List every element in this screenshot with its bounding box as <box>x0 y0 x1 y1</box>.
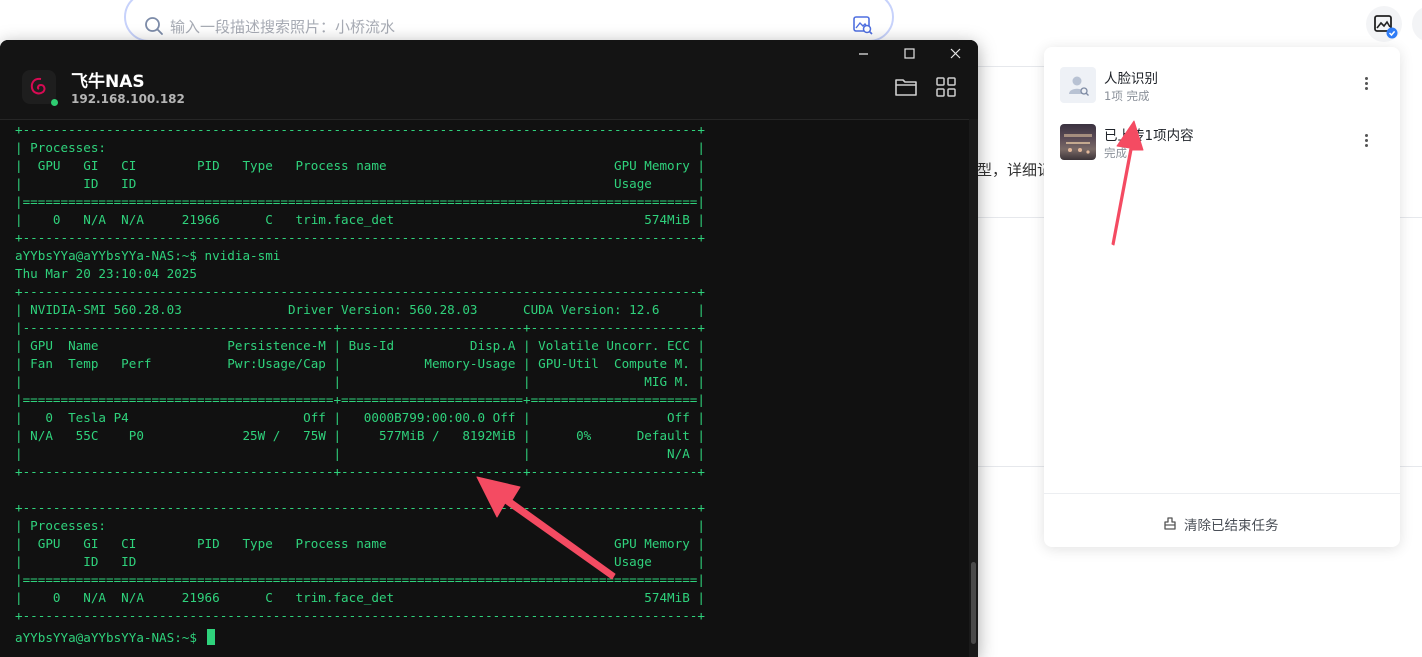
maximize-icon[interactable] <box>886 40 932 68</box>
search-icon <box>145 17 163 35</box>
task-item[interactable]: 已上传1项内容 完成 <box>1060 124 1390 168</box>
task-panel: 人脸识别 1项 完成 已上传1项内容 完成 清除已结束任务 <box>1044 47 1400 547</box>
task-title: 人脸识别 <box>1104 71 1158 87</box>
terminal-window[interactable]: 飞牛NAS 192.168.100.182 +-----------------… <box>0 40 978 657</box>
online-status-dot <box>51 99 58 106</box>
close-icon[interactable] <box>932 40 978 68</box>
task-status: 1项 完成 <box>1104 89 1150 103</box>
task-item[interactable]: 人脸识别 1项 完成 <box>1060 67 1390 111</box>
prompt-text: aYYbsYYa@aYYbsYYa-NAS:~$ <box>15 630 205 645</box>
background-divider <box>978 466 1044 467</box>
terminal-prompt[interactable]: aYYbsYYa@aYYbsYYa-NAS:~$ <box>15 629 215 647</box>
debian-logo <box>22 70 56 104</box>
background-divider <box>1400 466 1422 467</box>
more-actions-button[interactable] <box>1412 6 1422 42</box>
panel-divider <box>1044 493 1400 494</box>
search-input[interactable]: 输入一段描述搜索照片：小桥流水 <box>170 16 395 37</box>
task-list-button[interactable] <box>1366 6 1402 42</box>
background-divider <box>978 66 1044 67</box>
more-options-icon[interactable] <box>1362 75 1370 95</box>
terminal-title-bar[interactable]: 飞牛NAS 192.168.100.182 <box>0 40 978 120</box>
terminal-scrollbar-thumb[interactable] <box>971 562 976 644</box>
more-options-icon[interactable] <box>1362 132 1370 152</box>
task-title: 已上传1项内容 <box>1104 128 1194 144</box>
uploaded-photo-thumb <box>1060 124 1096 160</box>
terminal-output: +---------------------------------------… <box>15 122 705 623</box>
task-status: 完成 <box>1104 146 1127 160</box>
host-name: 飞牛NAS <box>71 72 145 92</box>
terminal-cursor <box>206 629 215 645</box>
grid-view-icon[interactable] <box>935 76 957 98</box>
host-ip: 192.168.100.182 <box>71 92 185 106</box>
image-search-icon[interactable] <box>852 14 874 36</box>
photo-search-box[interactable]: 输入一段描述搜索照片：小桥流水 <box>124 0 894 42</box>
face-recognition-thumb <box>1060 67 1096 103</box>
broom-icon <box>1164 517 1176 530</box>
photo-thumbnail-icon <box>1064 134 1092 154</box>
clear-finished-tasks-label: 清除已结束任务 <box>1184 518 1279 534</box>
folder-icon[interactable] <box>894 76 918 98</box>
background-divider <box>1400 217 1422 218</box>
face-recognition-icon <box>1069 76 1089 96</box>
image-task-icon <box>1374 15 1398 39</box>
background-text: 型，详细记 <box>977 161 1053 179</box>
background-divider <box>978 217 1044 218</box>
minimize-icon[interactable] <box>840 40 886 68</box>
